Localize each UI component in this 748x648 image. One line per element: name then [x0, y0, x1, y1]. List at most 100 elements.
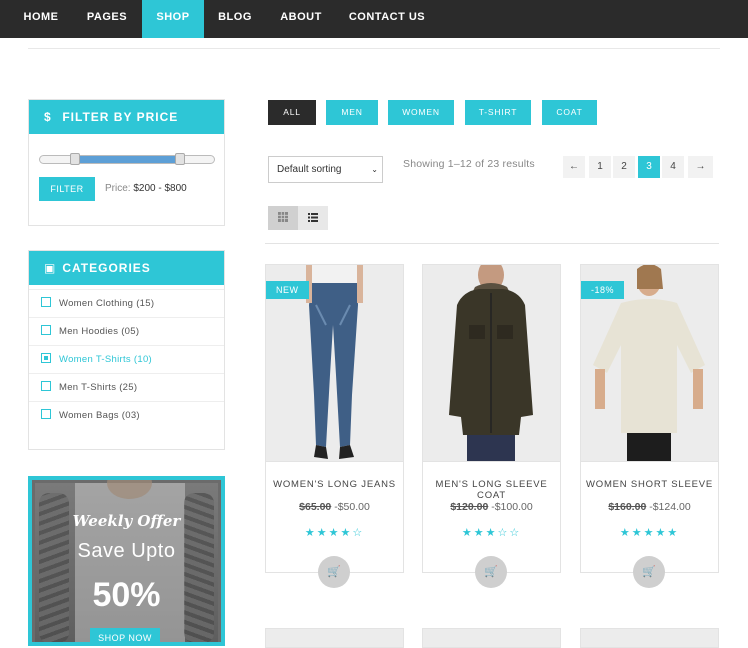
nav-about[interactable]: ABOUT	[268, 0, 334, 38]
price-slider-min-handle[interactable]	[70, 153, 80, 165]
price-slider-range	[76, 156, 180, 163]
star-icon: ★	[619, 527, 632, 539]
sort-value: Default sorting	[277, 164, 342, 175]
top-nav: HOME PAGES SHOP BLOG ABOUT CONTACT US	[0, 0, 748, 38]
product-name[interactable]: WOMEN'S LONG JEANS	[266, 479, 403, 490]
product-image-jeans[interactable]: NEW	[266, 265, 403, 462]
tab-women[interactable]: WOMEN	[388, 100, 454, 125]
product-image-jacket[interactable]	[423, 265, 560, 462]
grid-view-button[interactable]	[268, 206, 298, 230]
toolbar-divider	[265, 243, 719, 244]
nav-pages[interactable]: PAGES	[74, 0, 140, 38]
product-card-partial[interactable]	[580, 628, 719, 648]
pagination-prev[interactable]: ←	[563, 156, 585, 178]
star-icon: ★	[631, 527, 644, 539]
nav-contact-us[interactable]: CONTACT US	[338, 0, 436, 38]
product-name[interactable]: MEN'S LONG SLEEVE COAT	[423, 479, 560, 501]
dollar-icon: $	[44, 110, 52, 124]
add-to-cart-button[interactable]: 🛒	[475, 556, 507, 588]
category-label: Women T-Shirts (10)	[59, 354, 152, 365]
product-badge: NEW	[266, 281, 309, 299]
category-item[interactable]: Men T-Shirts (25)	[29, 373, 224, 401]
add-to-cart-button[interactable]: 🛒	[633, 556, 665, 588]
product-price: $65.00 -$50.00	[266, 501, 403, 513]
product-old-price: $120.00	[450, 501, 489, 513]
checkbox[interactable]	[41, 409, 51, 420]
cart-icon: 🛒	[642, 566, 656, 578]
product-rating: ★★★☆☆	[423, 526, 560, 539]
star-icon: ★	[461, 527, 474, 539]
chevron-down-icon: ⌄	[371, 165, 378, 174]
product-new-price: -$124.00	[649, 501, 691, 513]
price-range-value: $200 - $800	[133, 183, 187, 194]
price-filter-title: FILTER BY PRICE	[62, 110, 179, 124]
promo-weekly-offer: Weekly Offer	[72, 512, 181, 530]
star-outline-icon: ☆	[509, 527, 522, 539]
product-badge: -18%	[581, 281, 625, 299]
sort-select[interactable]: Default sorting ⌄	[268, 156, 383, 183]
product-rating: ★★★★★	[581, 526, 718, 539]
shop-now-button[interactable]: SHOP NOW	[90, 628, 160, 642]
product-card-partial[interactable]	[265, 628, 404, 648]
product-rating: ★★★★☆	[266, 526, 403, 539]
jacket-model-illustration	[449, 265, 533, 461]
product-card[interactable]: MEN'S LONG SLEEVE COAT $120.00 -$100.00 …	[422, 264, 561, 588]
product-name[interactable]: WOMEN SHORT SLEEVE	[581, 479, 718, 490]
categories-header: ▣ CATEGORIES	[29, 251, 224, 285]
category-item[interactable]: Women T-Shirts (10)	[29, 345, 224, 373]
star-icon: ★	[304, 527, 317, 539]
cart-icon: 🛒	[327, 566, 341, 578]
price-filter-widget: $ FILTER BY PRICE FILTER Price: $200 - $…	[28, 99, 225, 226]
weekly-offer-banner[interactable]: Weekly Offer Save Upto 50% SHOP NOW	[28, 476, 225, 646]
checkbox[interactable]	[41, 297, 51, 308]
nav-home[interactable]: HOME	[8, 0, 74, 38]
product-card-partial[interactable]	[422, 628, 561, 648]
list-icon	[308, 212, 318, 222]
star-icon: ★	[643, 527, 656, 539]
checkbox[interactable]	[41, 325, 51, 336]
star-icon: ★	[655, 527, 668, 539]
product-card[interactable]: NEW WOMEN'S LONG JEANS $65.00 -$50.00 ★ ★…	[265, 264, 404, 588]
checkbox[interactable]	[41, 381, 51, 392]
product-image-top[interactable]: -18%	[581, 265, 718, 462]
price-range-readout: Price: $200 - $800	[105, 183, 187, 194]
nav-shop[interactable]: SHOP	[142, 0, 204, 38]
category-label: Women Bags (03)	[59, 410, 140, 421]
star-icon: ★	[340, 527, 353, 539]
categories-title: CATEGORIES	[62, 261, 151, 275]
star-outline-icon: ☆	[497, 527, 510, 539]
categories-widget: ▣ CATEGORIES Women Clothing (15) Men Hoo…	[28, 250, 225, 450]
price-label: Price:	[105, 183, 131, 194]
product-old-price: $65.00	[299, 501, 332, 513]
category-item[interactable]: Women Clothing (15)	[29, 289, 224, 317]
star-outline-icon: ☆	[352, 527, 365, 539]
category-item[interactable]: Women Bags (03)	[29, 401, 224, 429]
price-filter-header: $ FILTER BY PRICE	[29, 100, 224, 134]
bag-icon: ▣	[44, 261, 57, 275]
product-card[interactable]: -18% WOMEN SHORT SLEEVE $160.00 -$124.00…	[580, 264, 719, 588]
grid-icon	[278, 212, 288, 223]
nav-blog[interactable]: BLOG	[204, 0, 266, 38]
tab-coat[interactable]: COAT	[542, 100, 597, 125]
tab-all[interactable]: ALL	[268, 100, 316, 125]
pagination-current-page[interactable]: 3	[638, 156, 660, 178]
product-price: $120.00 -$100.00	[423, 501, 560, 513]
price-slider[interactable]	[39, 153, 215, 165]
add-to-cart-button[interactable]: 🛒	[318, 556, 350, 588]
pagination-next[interactable]: →	[688, 156, 713, 178]
tab-t-shirt[interactable]: T-SHIRT	[465, 100, 531, 125]
list-view-button[interactable]	[298, 206, 328, 230]
tab-men[interactable]: MEN	[326, 100, 378, 125]
pagination-page[interactable]: 1	[589, 156, 611, 178]
checkbox-checked[interactable]	[41, 353, 51, 364]
pagination-page[interactable]: 4	[662, 156, 684, 178]
filter-button[interactable]: FILTER	[39, 177, 95, 201]
product-new-price: -$50.00	[334, 501, 370, 513]
pagination-page[interactable]: 2	[613, 156, 635, 178]
category-item[interactable]: Men Hoodies (05)	[29, 317, 224, 345]
promo-percent: 50%	[92, 576, 161, 614]
price-slider-max-handle[interactable]	[175, 153, 185, 165]
top-divider	[28, 48, 720, 49]
product-price: $160.00 -$124.00	[581, 501, 718, 513]
results-count: Showing 1–12 of 23 results	[403, 158, 535, 170]
